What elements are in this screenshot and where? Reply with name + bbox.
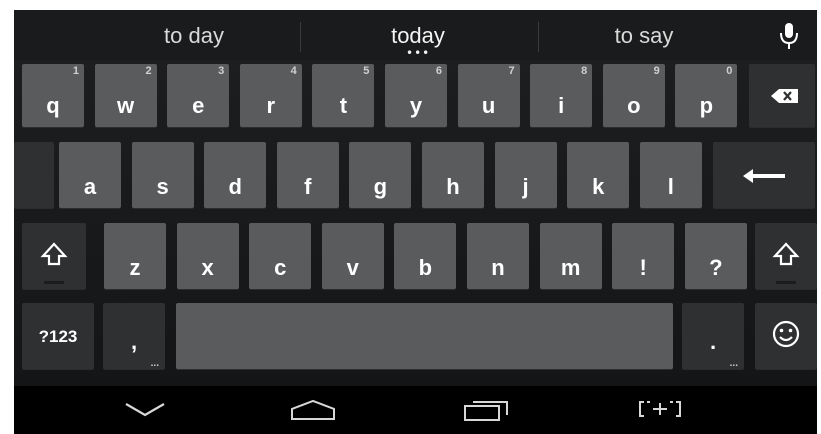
key-v-label: v [346, 255, 359, 280]
suggestion-right[interactable]: to say [574, 18, 714, 54]
key-y-number-hint: 6 [435, 65, 442, 77]
key-m[interactable]: m [539, 223, 602, 289]
key-p-label: p [699, 93, 714, 118]
key-a[interactable]: a [59, 142, 121, 208]
key-o-label: o [627, 93, 641, 118]
keyboard-switch-icon[interactable] [638, 398, 682, 422]
key-u-number-hint: 7 [508, 65, 515, 77]
key-z-label: z [129, 255, 141, 280]
key-c-label: c [274, 255, 287, 280]
key-y-label: y [409, 93, 423, 118]
key-d-label: d [228, 174, 242, 199]
key-o[interactable]: o9 [602, 64, 665, 127]
space-bar[interactable] [176, 303, 673, 369]
suggestion-strip: to day today ••• to say [14, 10, 817, 60]
key-p-number-hint: 0 [726, 65, 733, 77]
key-w-label: w [117, 93, 135, 118]
key-w-number-hint: 2 [145, 65, 152, 77]
key-s[interactable]: s [131, 142, 194, 208]
key-u-label: u [481, 93, 496, 118]
key-m-label: m [560, 255, 581, 280]
key-n[interactable]: n [467, 223, 529, 289]
symbols-key-label: ?123 [38, 327, 78, 346]
key-q-number-hint: 1 [72, 65, 79, 77]
key-i[interactable]: i8 [530, 64, 593, 127]
key-a-label: a [83, 174, 97, 199]
key-e-label: e [192, 93, 205, 118]
key-question-label: ? [709, 255, 723, 280]
key-b[interactable]: b [394, 223, 457, 289]
nav-home-icon[interactable] [288, 398, 338, 424]
key-i-label: i [558, 93, 565, 118]
key-b-label: b [418, 255, 433, 280]
key-exclamation-label: ! [639, 255, 647, 280]
key-h-label: h [446, 174, 460, 199]
key-q-label: q [46, 93, 60, 118]
smiley-icon [772, 320, 800, 348]
key-r-number-hint: 4 [290, 65, 297, 77]
symbols-key[interactable]: ?123 [22, 303, 94, 369]
key-u[interactable]: u7 [457, 64, 520, 127]
key-f-label: f [304, 174, 312, 199]
comma-key-label: , [130, 329, 138, 354]
emoji-key[interactable] [755, 303, 817, 369]
key-o-number-hint: 9 [653, 65, 660, 77]
shift-key-left[interactable] [22, 223, 86, 289]
key-q[interactable]: q1 [22, 64, 84, 127]
shift-arrow-icon [40, 242, 68, 284]
key-d[interactable]: d [204, 142, 267, 208]
key-k-label: k [592, 174, 605, 199]
suggestion-divider [300, 22, 301, 52]
key-e-number-hint: 3 [218, 65, 225, 77]
enter-arrow-icon [743, 169, 785, 183]
key-v[interactable]: v [321, 223, 384, 289]
key-c[interactable]: c [249, 223, 312, 289]
backspace-icon [771, 89, 798, 103]
row2-left-spacer [14, 142, 54, 208]
shift-key-right[interactable] [755, 223, 817, 289]
navigation-bar [14, 386, 817, 434]
key-exclamation[interactable]: ! [612, 223, 675, 289]
key-h[interactable]: h [422, 142, 484, 208]
key-j-label: j [522, 174, 529, 199]
key-j[interactable]: j [494, 142, 557, 208]
keyboard-screen: to day t o d a y ••• to say ?123 , ... . ...… [14, 10, 817, 434]
period-key[interactable]: . ... [682, 303, 744, 369]
key-x[interactable]: x [176, 223, 239, 289]
nav-back-icon[interactable] [122, 398, 168, 422]
key-t-label: t [339, 93, 348, 118]
key-g[interactable]: g [349, 142, 412, 208]
key-s-label: s [156, 174, 169, 199]
key-i-number-hint: 8 [581, 65, 588, 77]
key-g-label: g [373, 174, 388, 199]
nav-recents-icon[interactable] [462, 398, 512, 424]
key-x-label: x [201, 255, 214, 280]
key-y[interactable]: y6 [385, 64, 447, 127]
key-t[interactable]: t5 [312, 64, 375, 127]
period-key-more: ... [729, 358, 738, 369]
key-r-label: r [266, 93, 276, 118]
key-f[interactable]: f [276, 142, 339, 208]
key-z[interactable]: z [104, 223, 166, 289]
shift-arrow-icon [772, 242, 800, 284]
backspace-key[interactable] [749, 64, 815, 127]
comma-key[interactable]: , ... [103, 303, 165, 369]
key-r[interactable]: r4 [239, 64, 302, 127]
suggestion-left[interactable]: to day [124, 18, 264, 54]
period-key-label: . [709, 329, 717, 354]
key-t-number-hint: 5 [363, 65, 370, 77]
enter-key[interactable] [713, 142, 815, 208]
microphone-icon[interactable] [772, 20, 806, 52]
key-e[interactable]: e3 [167, 64, 230, 127]
comma-key-more: ... [150, 358, 159, 369]
key-n-label: n [491, 255, 505, 280]
suggestion-divider [538, 22, 539, 52]
key-k[interactable]: k [567, 142, 630, 208]
key-w[interactable]: w2 [94, 64, 157, 127]
key-question[interactable]: ? [684, 223, 747, 289]
key-l-label: l [667, 174, 674, 199]
key-l[interactable]: l [639, 142, 702, 208]
key-p[interactable]: p0 [675, 64, 738, 127]
suggestion-more-indicator: ••• [406, 46, 431, 60]
